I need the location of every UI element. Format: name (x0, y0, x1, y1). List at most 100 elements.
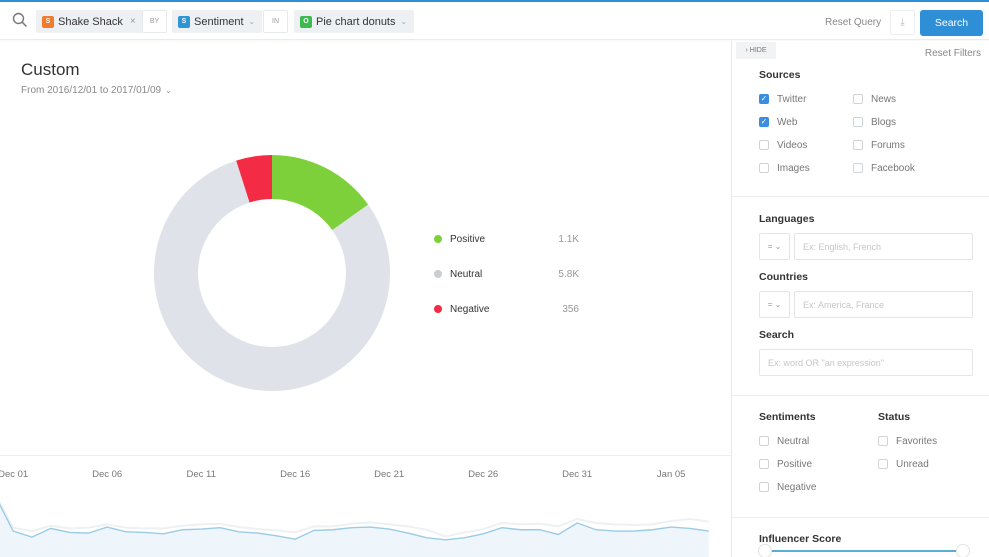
source-videos-checkbox[interactable]: Videos (759, 138, 807, 152)
checkbox-label: Positive (777, 458, 813, 470)
checkbox-label: Negative (777, 481, 817, 493)
languages-input[interactable] (794, 233, 973, 260)
legend-item-negative[interactable]: Negative 356 (434, 302, 579, 316)
checkbox-label: Unread (896, 458, 929, 470)
legend-label: Neutral (450, 268, 483, 280)
checkbox[interactable] (759, 140, 769, 150)
source-images-checkbox[interactable]: Images (759, 161, 810, 175)
download-button[interactable]: ⤓ (890, 10, 915, 35)
checkbox-label: Blogs (871, 116, 897, 128)
status-favorites-checkbox[interactable]: Favorites (878, 434, 937, 448)
influencer-slider-min-handle[interactable] (758, 544, 772, 557)
sentiments-title: Sentiments (759, 411, 816, 423)
checkbox-label: Videos (777, 139, 808, 151)
checkbox[interactable] (878, 459, 888, 469)
checkbox-label: Neutral (777, 435, 810, 447)
sentiment-neutral-checkbox[interactable]: Neutral (759, 434, 809, 448)
legend-value: 1.1K (558, 233, 579, 245)
languages-operator-select[interactable]: = ⌄ (759, 233, 790, 260)
countries-input[interactable] (794, 291, 973, 318)
checkbox[interactable] (853, 163, 863, 173)
x-tick-label: Dec 06 (92, 469, 123, 480)
influencer-slider-max-handle[interactable] (956, 544, 970, 557)
checkbox[interactable] (878, 436, 888, 446)
sentiment-positive-checkbox[interactable]: Positive (759, 457, 812, 471)
checkbox[interactable] (853, 140, 863, 150)
series-area-mentions (0, 505, 709, 557)
query-bar: S Shake Shack × BY S Sentiment ⌄ IN O Pi… (0, 2, 989, 40)
donut-badge-icon: O (300, 15, 312, 28)
hide-sidebar-button[interactable]: › HIDE (736, 42, 776, 59)
checkbox[interactable] (853, 94, 863, 104)
legend-dot-positive (434, 235, 442, 243)
source-blogs-checkbox[interactable]: Blogs (853, 115, 896, 129)
dimension-chip-label: Sentiment (194, 15, 244, 28)
divider (732, 395, 989, 396)
influencer-slider-track[interactable] (768, 550, 958, 552)
legend-label: Negative (450, 303, 490, 315)
dimension-badge-icon: S (178, 15, 190, 28)
checkbox[interactable] (759, 436, 769, 446)
legend-item-neutral[interactable]: Neutral 5.8K (434, 267, 579, 281)
checkbox-checked[interactable]: ✓ (759, 117, 769, 127)
languages-title: Languages (759, 213, 815, 225)
checkbox-label: Images (777, 162, 810, 174)
countries-title: Countries (759, 271, 809, 283)
search-icon[interactable] (12, 12, 28, 28)
dimension-chip[interactable]: S Sentiment ⌄ (172, 10, 263, 33)
keyword-search-input[interactable] (759, 349, 973, 376)
in-separator: IN (263, 10, 288, 33)
x-tick-label: Dec 11 (186, 469, 216, 480)
donut-chart (153, 155, 391, 392)
checkbox[interactable] (759, 459, 769, 469)
query-chip[interactable]: S Shake Shack × (36, 10, 143, 33)
reset-filters-link[interactable]: Reset Filters (925, 48, 981, 59)
checkbox[interactable] (759, 163, 769, 173)
legend-value: 5.8K (558, 268, 579, 280)
query-badge-icon: S (42, 15, 54, 28)
legend-value: 356 (562, 303, 579, 315)
source-facebook-checkbox[interactable]: Facebook (853, 161, 915, 175)
main-panel: Custom From 2016/12/01 to 2017/01/09 ⌄ Po… (0, 41, 731, 557)
source-news-checkbox[interactable]: News (853, 92, 896, 106)
x-tick-label: Dec 31 (562, 469, 593, 480)
status-unread-checkbox[interactable]: Unread (878, 457, 929, 471)
x-tick-label: Dec 16 (280, 469, 311, 480)
search-title: Search (759, 329, 795, 341)
view-chip-label: Pie chart donuts (316, 15, 396, 28)
divider (732, 196, 989, 197)
checkbox-label: Facebook (871, 162, 915, 174)
timeline-chart: Dec 01 Dec 06 Dec 11 Dec 16 Dec 21 Dec 26 Dec … (0, 455, 731, 557)
query-chip-label: Shake Shack (58, 15, 123, 28)
legend-item-positive[interactable]: Positive 1.1K (434, 232, 579, 246)
x-tick-label: Dec 26 (468, 469, 499, 480)
sources-title: Sources (759, 69, 801, 81)
checkbox-label: Web (777, 116, 798, 128)
checkbox-checked[interactable]: ✓ (759, 94, 769, 104)
source-forums-checkbox[interactable]: Forums (853, 138, 905, 152)
search-button[interactable]: Search (920, 10, 983, 36)
source-web-checkbox[interactable]: ✓ Web (759, 115, 797, 129)
x-tick-label: Jan 05 (656, 469, 686, 480)
checkbox-label: Twitter (777, 93, 807, 105)
status-title: Status (878, 411, 911, 423)
sentiment-negative-checkbox[interactable]: Negative (759, 480, 816, 494)
reset-query-link[interactable]: Reset Query (825, 17, 881, 28)
x-tick-label: Dec 01 (0, 469, 29, 480)
by-separator: BY (142, 10, 167, 33)
checkbox[interactable] (759, 482, 769, 492)
countries-operator-select[interactable]: = ⌄ (759, 291, 790, 318)
view-chip[interactable]: O Pie chart donuts ⌄ (294, 10, 415, 33)
checkbox-label: Favorites (896, 435, 938, 447)
checkbox-label: News (871, 93, 897, 105)
checkbox[interactable] (853, 117, 863, 127)
chevron-down-icon: ⌄ (400, 17, 408, 26)
influencer-score-title: Influencer Score (759, 533, 842, 545)
download-icon: ⤓ (900, 17, 905, 28)
source-twitter-checkbox[interactable]: ✓ Twitter (759, 92, 806, 106)
close-icon[interactable]: × (130, 16, 136, 27)
filters-sidebar: › HIDE Reset Filters Sources ✓ Twitter New… (731, 41, 989, 557)
checkbox-label: Forums (871, 139, 905, 151)
chevron-down-icon: ⌄ (248, 17, 256, 26)
x-tick-label: Dec 21 (374, 469, 405, 480)
